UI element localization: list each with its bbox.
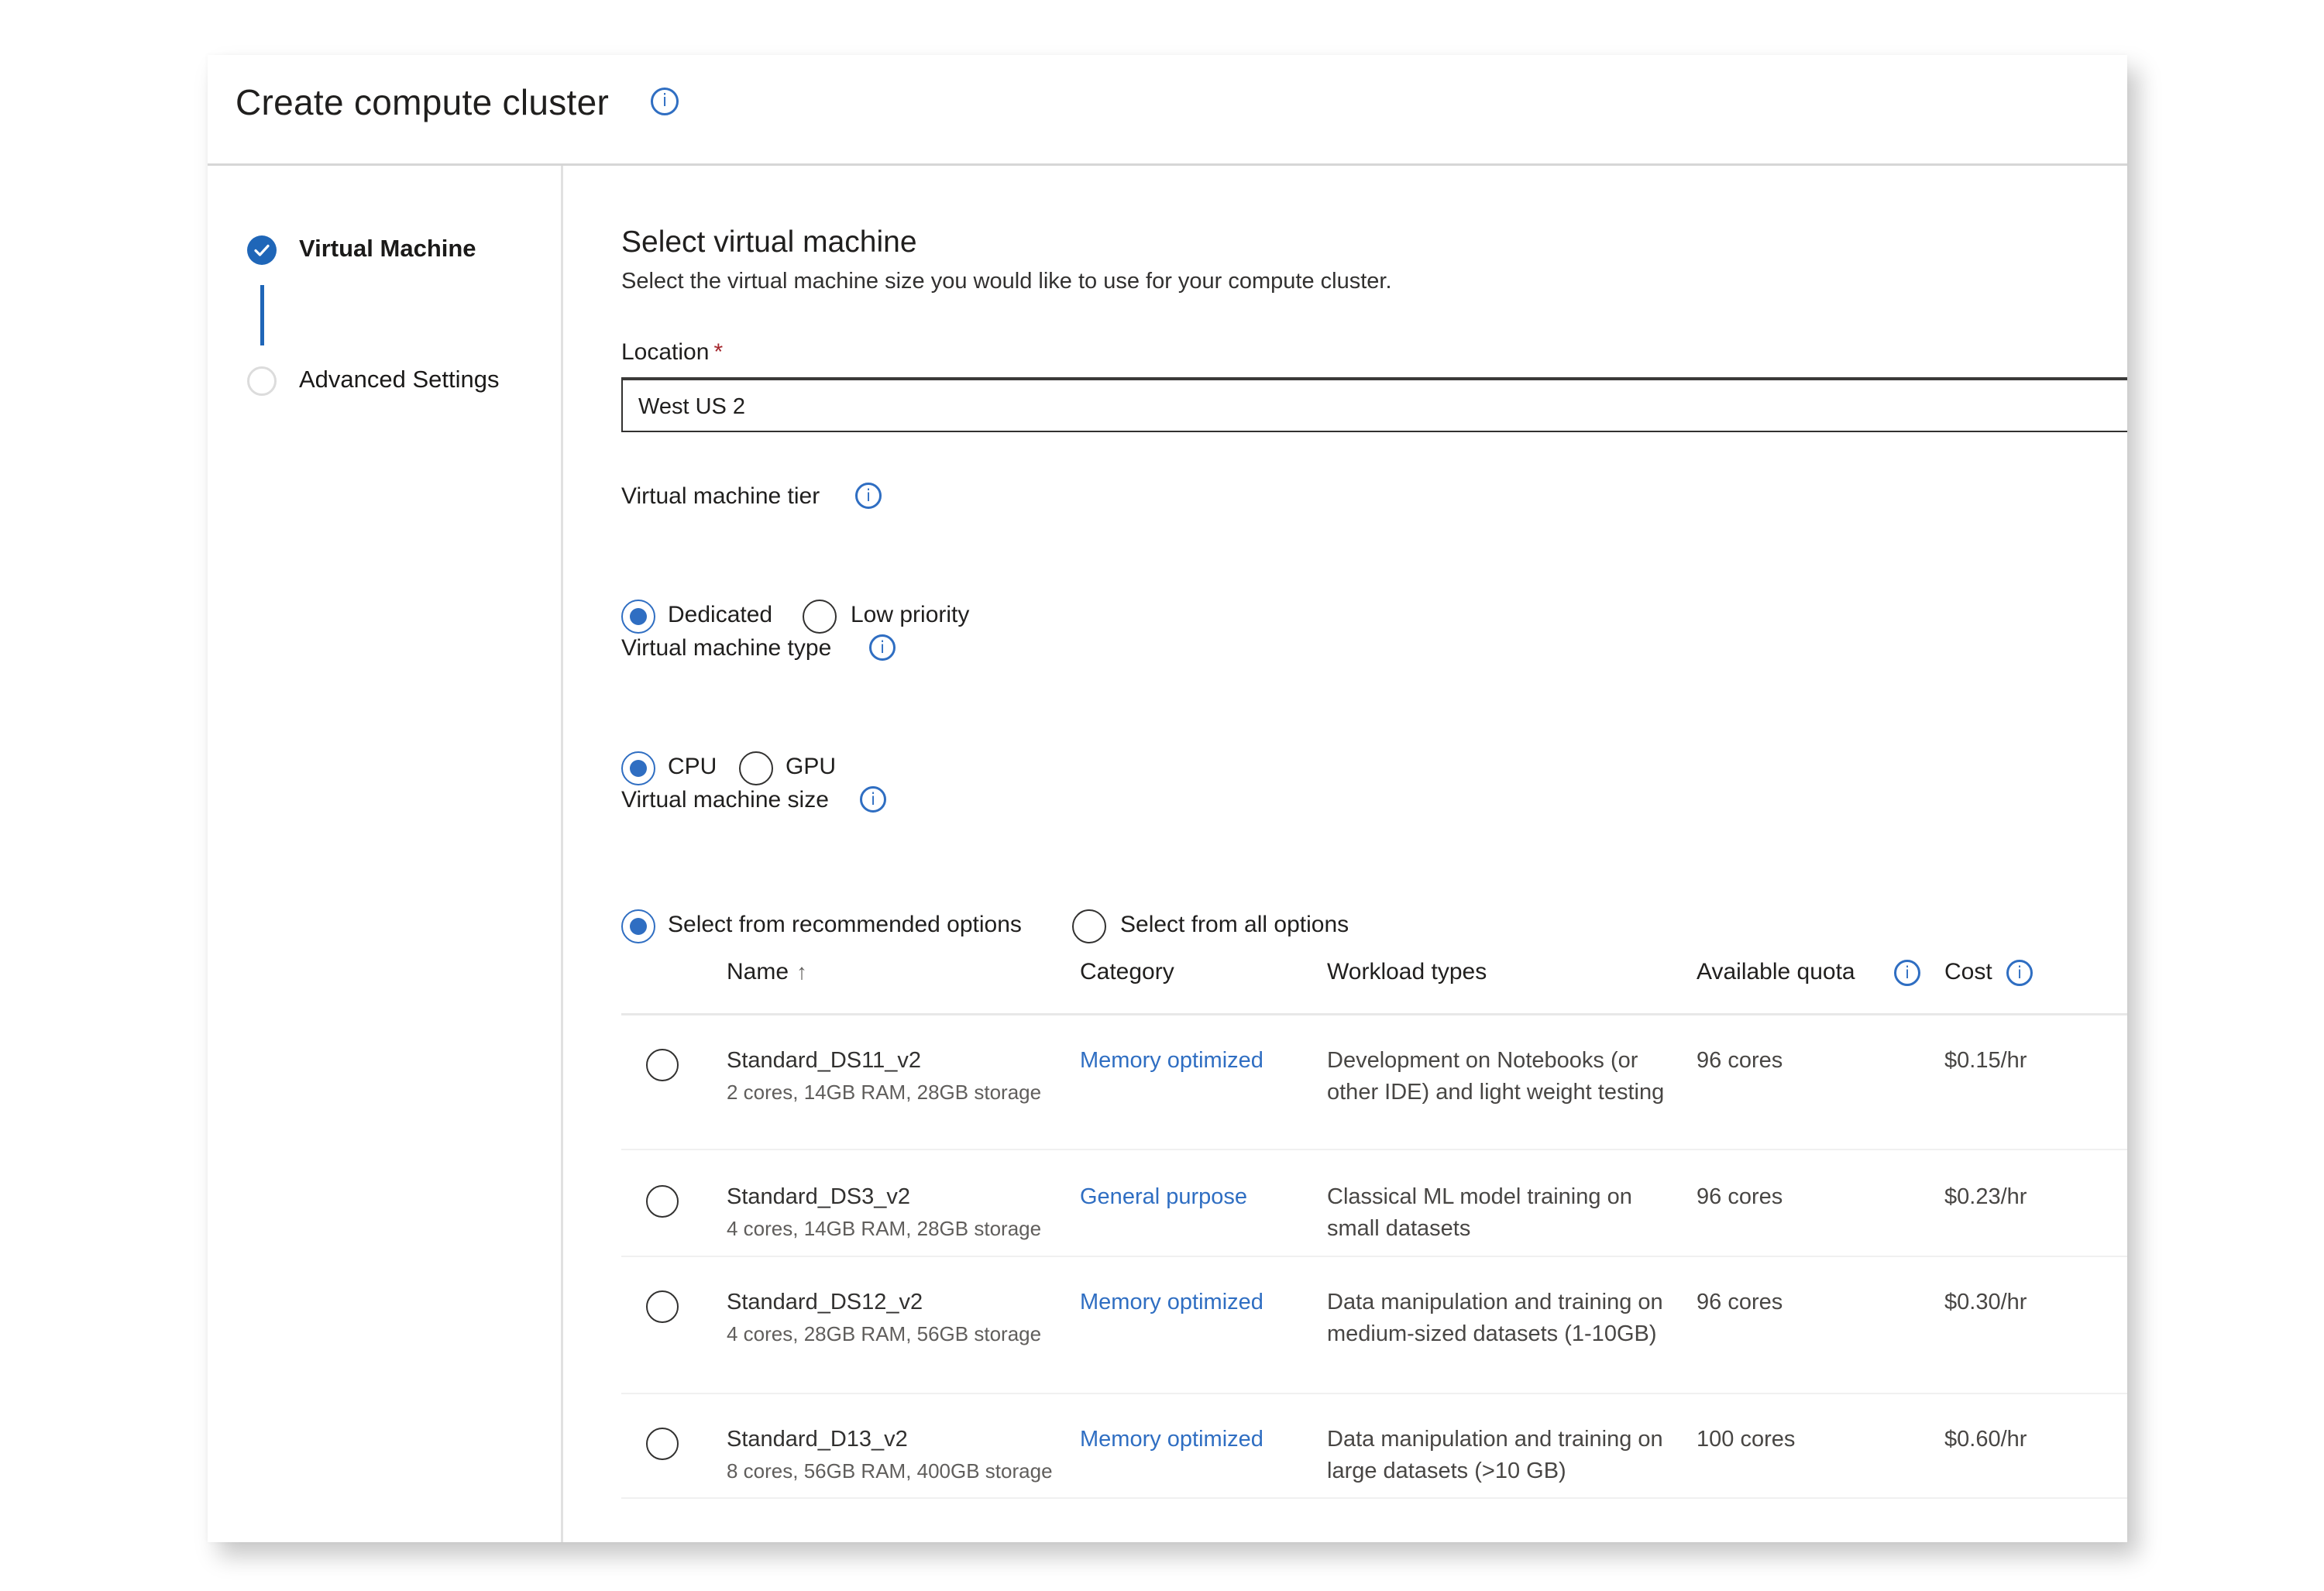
column-header-name-text: Name (727, 959, 789, 984)
table-header-divider (621, 1013, 2127, 1015)
page-title: Create compute cluster (235, 82, 610, 122)
vm-workload: Development on Notebooks (or other IDE) … (1327, 1048, 1665, 1105)
vm-workload: Classical ML model training on small dat… (1327, 1184, 1632, 1241)
row-select-radio[interactable] (646, 1290, 679, 1323)
vm-category-link[interactable]: General purpose (1080, 1184, 1247, 1210)
info-icon[interactable]: i (2006, 960, 2033, 986)
vm-quota: 96 cores (1697, 1048, 1783, 1073)
vm-workload: Data manipulation and training on large … (1327, 1427, 1663, 1483)
vm-cost: $0.60/hr (1944, 1427, 2027, 1452)
sidebar-divider (561, 166, 563, 1542)
column-header-category[interactable]: Category (1080, 959, 1174, 985)
vm-size-table: Name ↑ Category Workload types Available … (621, 55, 2127, 1542)
vm-name: Standard_D13_v2 (727, 1427, 908, 1452)
vm-spec: 8 cores, 56GB RAM, 400GB storage (727, 1459, 1053, 1483)
vm-quota: 96 cores (1697, 1290, 1783, 1314)
step-advanced-settings[interactable]: Advanced Settings (299, 366, 500, 393)
row-divider (621, 1149, 2127, 1150)
vm-quota: 96 cores (1697, 1184, 1783, 1209)
vm-cost: $0.23/hr (1944, 1184, 2027, 1209)
info-icon[interactable]: i (1894, 960, 1920, 986)
column-header-quota[interactable]: Available quota (1697, 959, 1855, 985)
vm-name: Standard_DS3_v2 (727, 1184, 910, 1209)
vm-cost: $0.15/hr (1944, 1048, 2027, 1073)
check-circle-icon (247, 235, 277, 265)
row-select-radio[interactable] (646, 1049, 679, 1081)
vm-workload: Data manipulation and training on medium… (1327, 1290, 1663, 1346)
step-connector (260, 285, 264, 345)
vm-cost: $0.30/hr (1944, 1290, 2027, 1314)
sort-ascending-icon[interactable]: ↑ (796, 960, 807, 984)
row-divider (621, 1497, 2127, 1499)
column-header-cost[interactable]: Cost (1944, 959, 1992, 985)
vm-category-link[interactable]: Memory optimized (1080, 1290, 1263, 1315)
vm-name: Standard_DS12_v2 (727, 1290, 923, 1314)
create-compute-cluster-panel: Create compute cluster i Virtual Machine… (208, 55, 2127, 1542)
empty-circle-icon (247, 366, 277, 396)
vm-name: Standard_DS11_v2 (727, 1048, 921, 1073)
column-header-workload[interactable]: Workload types (1327, 959, 1487, 985)
row-divider (621, 1256, 2127, 1257)
row-select-radio[interactable] (646, 1185, 679, 1218)
row-select-radio[interactable] (646, 1428, 679, 1460)
vm-spec: 4 cores, 14GB RAM, 28GB storage (727, 1217, 1042, 1240)
vm-spec: 2 cores, 14GB RAM, 28GB storage (727, 1081, 1042, 1104)
vm-quota: 100 cores (1697, 1427, 1796, 1452)
step-virtual-machine[interactable]: Virtual Machine (299, 235, 476, 263)
column-header-name[interactable]: Name ↑ (727, 959, 807, 985)
vm-category-link[interactable]: Memory optimized (1080, 1048, 1263, 1074)
vm-category-link[interactable]: Memory optimized (1080, 1427, 1263, 1452)
row-divider (621, 1393, 2127, 1394)
vm-spec: 4 cores, 28GB RAM, 56GB storage (727, 1322, 1042, 1345)
